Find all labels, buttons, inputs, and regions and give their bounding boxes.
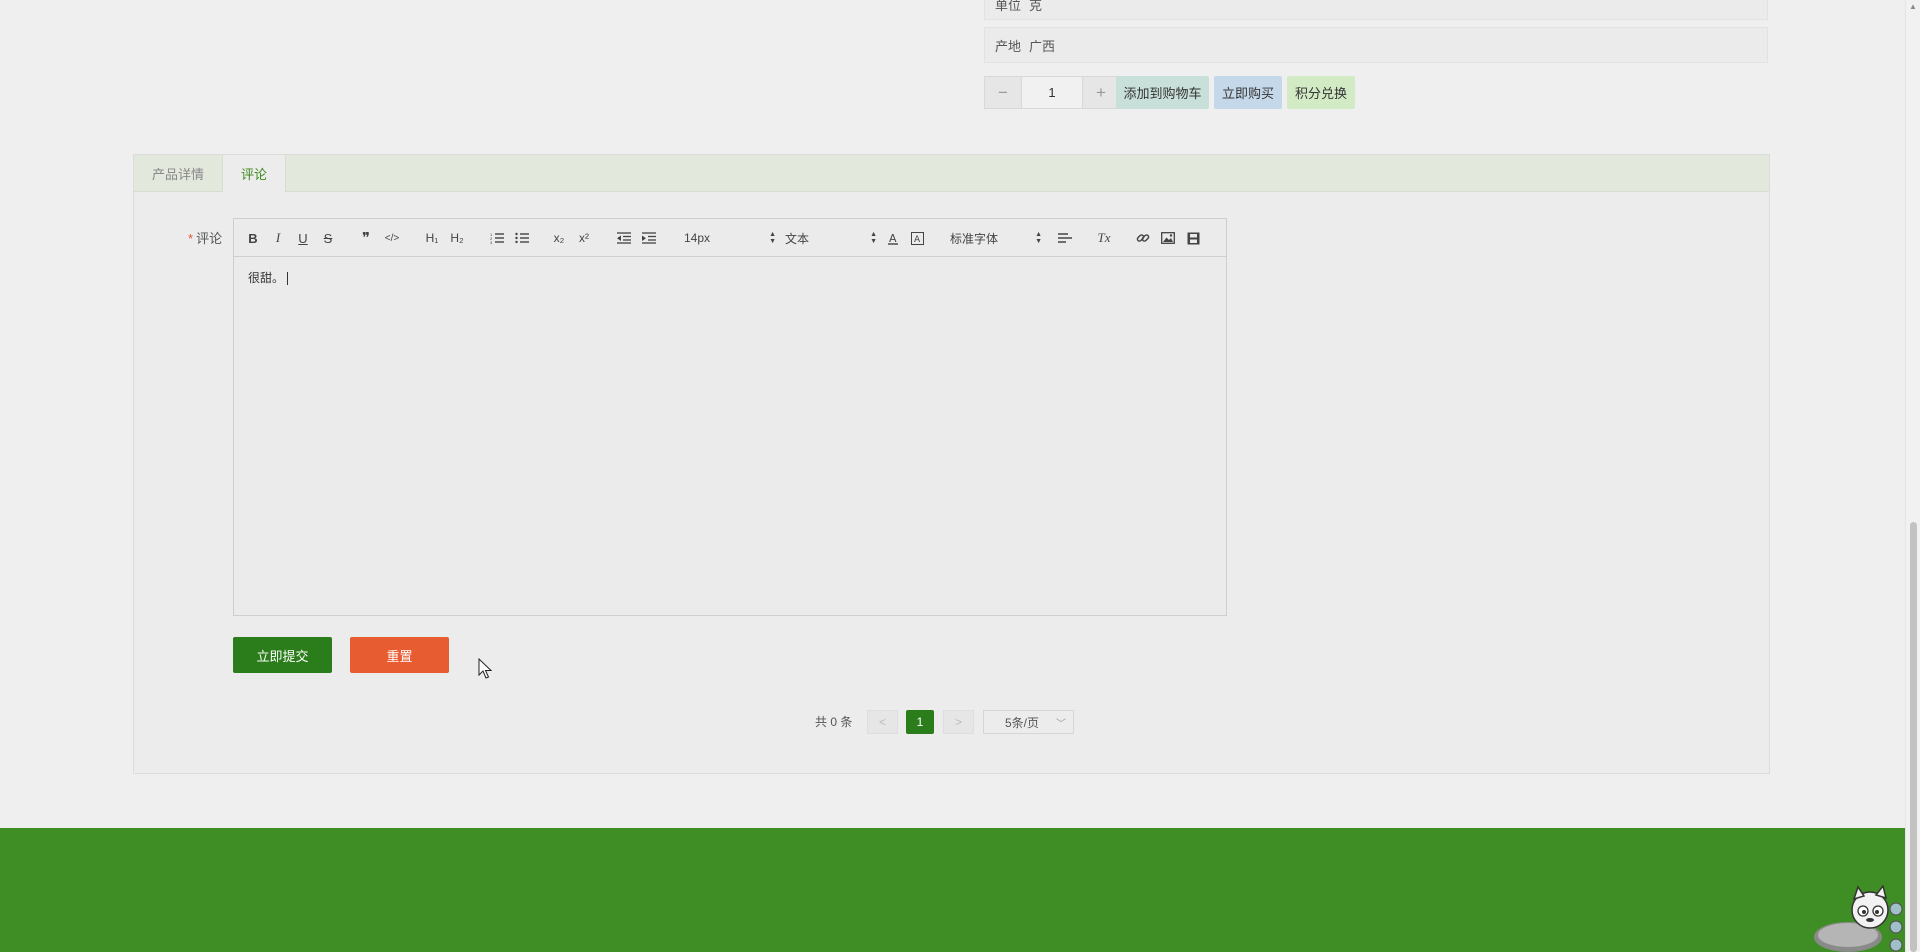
quantity-minus-button[interactable]: −	[984, 76, 1022, 109]
subscript-button[interactable]: x₂	[552, 229, 566, 247]
info-row-origin: 产地 广西	[984, 27, 1768, 63]
code-block-button[interactable]: </>	[384, 229, 400, 247]
pagination-prev-button[interactable]: <	[867, 710, 898, 734]
align-icon[interactable]	[1058, 229, 1072, 247]
scrollbar-thumb[interactable]	[1910, 522, 1917, 952]
pagination-total: 共 0 条	[815, 715, 853, 729]
editor-content[interactable]: 很甜。	[248, 269, 289, 286]
quantity-plus-button[interactable]: +	[1082, 76, 1120, 109]
ordered-list-icon[interactable]: 123	[490, 229, 504, 247]
quantity-stepper: − 1 +	[984, 76, 1120, 109]
quantity-input[interactable]: 1	[1022, 76, 1082, 109]
outdent-icon[interactable]	[617, 229, 631, 247]
font-family-value: 标准字体	[950, 231, 999, 246]
tab-bar: 产品详情 评论	[134, 155, 1769, 192]
comment-label-text: 评论	[196, 231, 223, 246]
page-size-value: 5条/页	[1005, 715, 1040, 730]
origin-label: 产地	[995, 38, 1022, 54]
underline-button[interactable]: U	[297, 229, 309, 247]
header1-button[interactable]: H₁	[423, 229, 441, 247]
select-arrows-icon: ▲ ▼	[870, 231, 877, 245]
svg-text:A: A	[889, 232, 897, 245]
font-size-value: 14px	[684, 231, 711, 245]
mascot-widget-icon[interactable]	[1810, 885, 1905, 952]
strike-button[interactable]: S	[322, 229, 334, 247]
indent-icon[interactable]	[642, 229, 656, 247]
editor-text: 很甜。	[248, 271, 285, 285]
header2-button[interactable]: H₂	[448, 229, 466, 247]
svg-text:3: 3	[490, 240, 493, 244]
select-arrows-icon: ▲ ▼	[1035, 231, 1042, 245]
header-select[interactable]: 文本 ▲ ▼	[785, 229, 877, 247]
tab-product-details[interactable]: 产品详情	[134, 155, 222, 191]
superscript-button[interactable]: x²	[577, 229, 591, 247]
comment-editor: B I U S ❞ </> H₁ H₂ 123 x₂ x² 14px ▲ ▼ 文本…	[233, 218, 1227, 616]
italic-button[interactable]: I	[272, 229, 284, 247]
tab-comments[interactable]: 评论	[222, 155, 286, 192]
mouse-cursor-icon	[478, 658, 492, 679]
bold-button[interactable]: B	[247, 229, 259, 247]
comment-field-label: * 评论	[188, 228, 222, 247]
text-color-icon[interactable]: A	[886, 229, 900, 247]
buy-now-button[interactable]: 立即购买	[1214, 76, 1282, 109]
font-size-select[interactable]: 14px ▲ ▼	[684, 229, 776, 247]
font-family-select[interactable]: 标准字体 ▲ ▼	[950, 229, 1042, 247]
page-scrollbar[interactable]: ▲	[1905, 0, 1920, 952]
bullet-list-icon[interactable]	[515, 229, 529, 247]
unit-value: 克	[1029, 0, 1043, 13]
page-footer	[0, 828, 1905, 952]
background-color-icon[interactable]: A	[910, 229, 924, 247]
video-icon[interactable]	[1186, 229, 1200, 247]
editor-toolbar: B I U S ❞ </> H₁ H₂ 123 x₂ x² 14px ▲ ▼ 文本…	[234, 219, 1226, 257]
select-arrows-icon: ▲ ▼	[769, 231, 776, 245]
clean-format-button[interactable]: Tx	[1096, 229, 1112, 247]
image-icon[interactable]	[1161, 229, 1175, 247]
scroll-up-arrow-icon[interactable]: ▲	[1909, 2, 1917, 11]
pagination-next-button[interactable]: >	[943, 710, 974, 734]
header-value: 文本	[785, 231, 810, 246]
reset-button[interactable]: 重置	[350, 637, 449, 673]
chevron-down-icon: ﹀	[1056, 719, 1066, 730]
add-to-cart-button[interactable]: 添加到购物车	[1116, 76, 1209, 109]
text-caret	[287, 272, 289, 286]
link-icon[interactable]	[1136, 229, 1150, 247]
unit-label: 单位	[995, 0, 1022, 13]
submit-button[interactable]: 立即提交	[233, 637, 332, 673]
required-mark: *	[188, 231, 194, 246]
info-row-unit: 单位 克	[984, 0, 1768, 20]
page-size-select[interactable]: 5条/页 ﹀	[983, 710, 1074, 734]
pagination-current-page[interactable]: 1	[906, 710, 934, 734]
blockquote-button[interactable]: ❞	[359, 229, 373, 247]
svg-text:A: A	[914, 235, 921, 245]
points-exchange-button[interactable]: 积分兑换	[1287, 76, 1355, 109]
origin-value: 广西	[1029, 38, 1056, 54]
